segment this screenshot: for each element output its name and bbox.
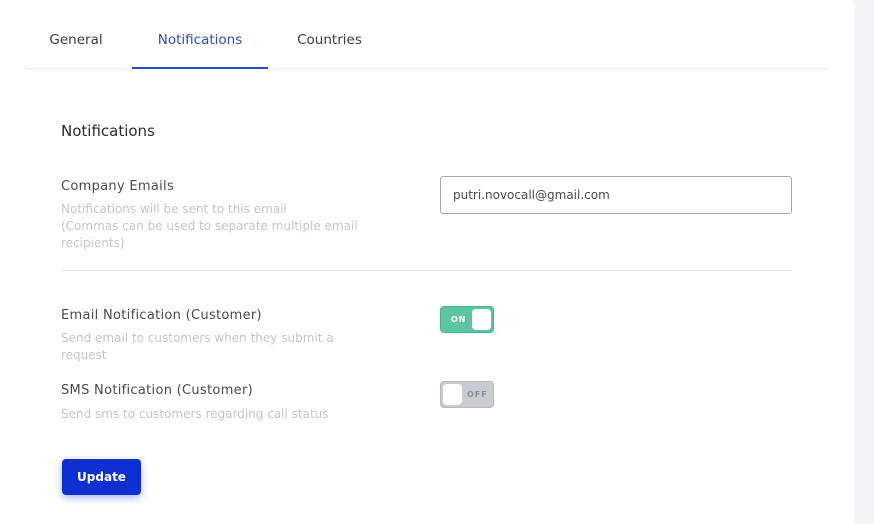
sms-notification-help: Send sms to customers regarding call sta…	[61, 407, 329, 421]
toggle-knob	[443, 384, 462, 405]
toggle-off-text: OFF	[467, 390, 488, 399]
email-notification-label: Email Notification (Customer)	[61, 308, 262, 323]
company-emails-input[interactable]	[440, 176, 792, 214]
settings-tabs: General Notifications Countries	[26, 0, 829, 69]
section-title: Notifications	[61, 122, 155, 140]
tab-general[interactable]: General	[26, 0, 126, 69]
company-emails-help: Notifications will be sent to this email…	[61, 201, 381, 252]
toggle-on-text: ON	[451, 315, 467, 324]
company-emails-help-line: (Commas can be used to separate multiple…	[61, 219, 358, 233]
settings-card: General Notifications Countries Notifica…	[0, 0, 855, 524]
company-emails-help-line: Notifications will be sent to this email	[61, 202, 287, 216]
company-emails-help-line: recipients)	[61, 236, 125, 250]
divider	[61, 270, 792, 271]
update-button[interactable]: Update	[62, 459, 141, 495]
toggle-knob	[472, 309, 491, 330]
page-background-strip	[855, 0, 874, 524]
email-notification-help: Send email to customers when they submit…	[61, 331, 334, 362]
sms-notification-toggle[interactable]: OFF	[440, 381, 494, 408]
tab-notifications[interactable]: Notifications	[132, 0, 268, 69]
tab-countries[interactable]: Countries	[282, 0, 377, 69]
company-emails-label: Company Emails	[61, 179, 175, 194]
sms-notification-label: SMS Notification (Customer)	[61, 383, 253, 398]
email-notification-toggle[interactable]: ON	[440, 306, 494, 333]
